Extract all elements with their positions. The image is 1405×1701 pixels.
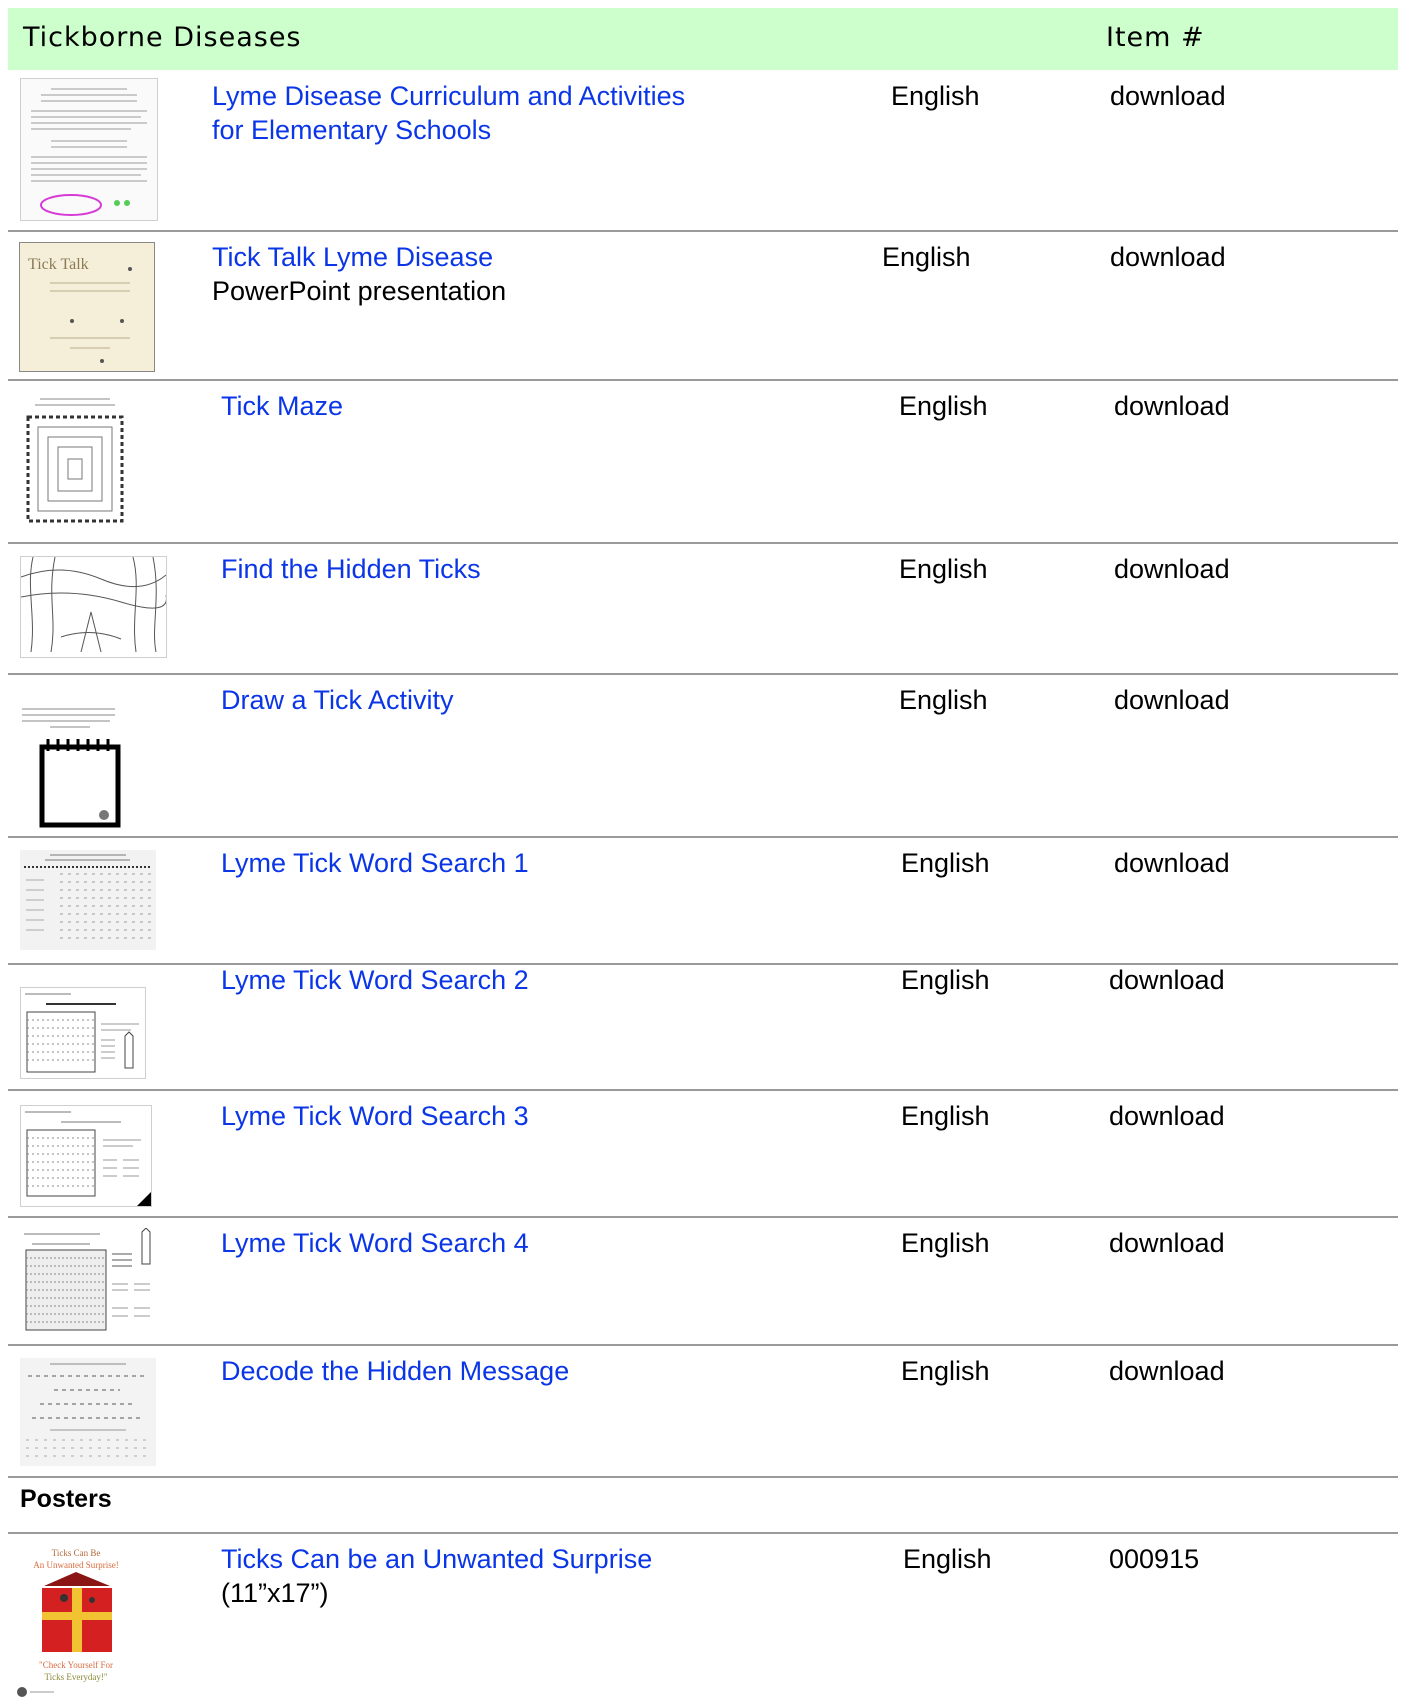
hidden-ticks-link[interactable]: Find the Hidden Ticks: [221, 552, 481, 586]
language-label: English: [901, 965, 990, 995]
language-label: English: [882, 242, 971, 272]
table-row: Lyme Tick Word Search 4 English download: [8, 1218, 1398, 1346]
tick-maze-link[interactable]: Tick Maze: [221, 389, 343, 423]
curriculum-thumbnail[interactable]: [20, 78, 158, 221]
language-label: English: [903, 1544, 992, 1574]
tick-talk-subtitle: PowerPoint presentation: [212, 276, 507, 306]
curriculum-link[interactable]: Lyme Disease Curriculum and Activities: [212, 79, 685, 113]
tick-maze-thumbnail[interactable]: [20, 393, 130, 533]
poster-thumb-line3: "Check Yourself For: [39, 1660, 113, 1670]
word-search-1-link[interactable]: Lyme Tick Word Search 1: [221, 846, 529, 880]
tick-talk-link[interactable]: Tick Talk Lyme Disease: [212, 240, 493, 274]
table-row: Tick Talk Tick Talk Lyme Disease PowerPo…: [8, 232, 1398, 381]
item-number-column-header: Item #: [1106, 22, 1205, 53]
language-label: English: [899, 554, 988, 584]
poster-thumb-line1: Ticks Can Be: [52, 1548, 101, 1558]
poster-thumbnail[interactable]: Ticks Can Be An Unwanted Surprise! "Chec…: [14, 1546, 139, 1698]
language-label: English: [901, 848, 990, 878]
table-row: Tick Maze English download: [8, 381, 1398, 544]
download-link[interactable]: download: [1109, 963, 1225, 997]
decode-message-thumbnail[interactable]: [20, 1358, 156, 1466]
word-search-4-link[interactable]: Lyme Tick Word Search 4: [221, 1226, 529, 1260]
poster-link[interactable]: Ticks Can be an Unwanted Surprise: [221, 1542, 652, 1576]
table-row: Decode the Hidden Message English downlo…: [8, 1346, 1398, 1478]
download-link[interactable]: download: [1110, 79, 1226, 113]
tick-talk-thumbnail[interactable]: Tick Talk: [19, 242, 155, 372]
download-link[interactable]: download: [1114, 846, 1230, 880]
poster-thumb-line2: An Unwanted Surprise!: [33, 1560, 118, 1570]
table-row: Draw a Tick Activity English download: [8, 675, 1398, 838]
word-search-1-thumbnail[interactable]: [20, 850, 156, 950]
category-title: Tickborne Diseases: [23, 22, 302, 53]
tick-talk-thumb-title: Tick Talk: [28, 256, 89, 273]
language-label: English: [891, 81, 980, 111]
language-label: English: [901, 1101, 990, 1131]
table-row: Find the Hidden Ticks English download: [8, 544, 1398, 675]
download-link[interactable]: download: [1110, 240, 1226, 274]
hidden-ticks-thumbnail[interactable]: [20, 556, 167, 658]
word-search-2-link[interactable]: Lyme Tick Word Search 2: [221, 963, 529, 997]
item-number: 000915: [1109, 1544, 1200, 1574]
table-row: Lyme Tick Word Search 1 English download: [8, 838, 1398, 965]
decode-message-link[interactable]: Decode the Hidden Message: [221, 1354, 569, 1388]
table-row: Lyme Tick Word Search 2 English download: [8, 965, 1398, 1091]
word-search-3-link[interactable]: Lyme Tick Word Search 3: [221, 1099, 529, 1133]
posters-section: Posters: [8, 1478, 1398, 1534]
table-header: Tickborne Diseases Item #: [8, 8, 1398, 70]
word-search-4-thumbnail[interactable]: [20, 1228, 155, 1336]
language-label: English: [899, 391, 988, 421]
curriculum-link-line2[interactable]: for Elementary Schools: [212, 113, 491, 147]
language-label: English: [901, 1356, 990, 1386]
download-link[interactable]: download: [1114, 683, 1230, 717]
table-row: Lyme Tick Word Search 3 English download: [8, 1091, 1398, 1218]
table-row: Lyme Disease Curriculum and Activities f…: [8, 70, 1398, 232]
draw-tick-link[interactable]: Draw a Tick Activity: [221, 683, 454, 717]
draw-tick-thumbnail[interactable]: [20, 703, 130, 828]
poster-thumb-line4: Ticks Everyday!": [44, 1672, 107, 1682]
download-link[interactable]: download: [1109, 1354, 1225, 1388]
download-link[interactable]: download: [1109, 1226, 1225, 1260]
table-row: Ticks Can Be An Unwanted Surprise! "Chec…: [8, 1534, 1398, 1701]
download-link[interactable]: download: [1109, 1099, 1225, 1133]
posters-heading: Posters: [20, 1485, 112, 1513]
poster-size: (11”x17”): [221, 1578, 329, 1608]
download-link[interactable]: download: [1114, 552, 1230, 586]
word-search-2-thumbnail[interactable]: [20, 987, 146, 1079]
language-label: English: [899, 685, 988, 715]
download-link[interactable]: download: [1114, 389, 1230, 423]
word-search-3-thumbnail[interactable]: [20, 1105, 152, 1207]
language-label: English: [901, 1228, 990, 1258]
